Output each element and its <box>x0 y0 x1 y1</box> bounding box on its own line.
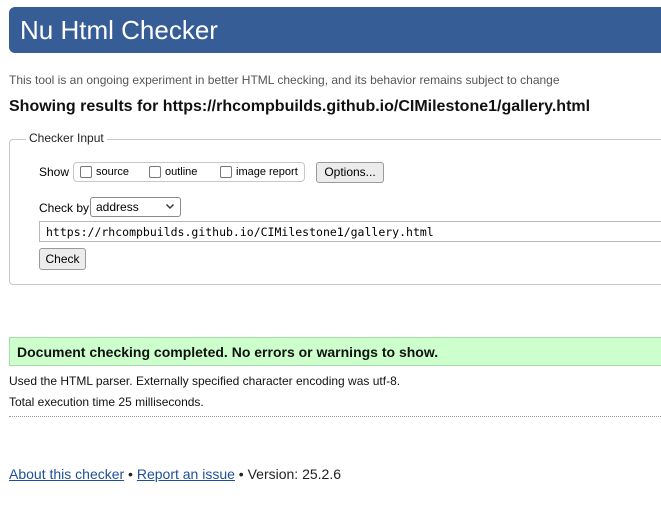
check-button[interactable]: Check <box>39 248 86 270</box>
check-by-select[interactable]: address <box>90 197 181 217</box>
success-message: Document checking completed. No errors o… <box>17 344 439 360</box>
divider <box>9 416 661 417</box>
chevron-down-icon <box>166 204 174 209</box>
report-issue-link[interactable]: Report an issue <box>137 466 235 482</box>
success-message-bar: Document checking completed. No errors o… <box>9 337 661 366</box>
image-report-checkbox-label[interactable]: image report <box>236 166 298 178</box>
parser-info: Used the HTML parser. Externally specifi… <box>9 374 401 388</box>
checker-input-legend: Checker Input <box>26 131 107 145</box>
outline-checkbox-label[interactable]: outline <box>165 166 197 178</box>
url-input[interactable]: https://rhcompbuilds.github.io/CIMilesto… <box>39 221 661 242</box>
subtitle: This tool is an ongoing experiment in be… <box>9 73 560 87</box>
show-options-group: source outline image report <box>73 162 305 182</box>
footer-separator: • <box>124 466 137 482</box>
source-checkbox-label[interactable]: source <box>96 166 129 178</box>
check-by-label: Check by <box>39 201 90 215</box>
image-report-checkbox[interactable] <box>220 166 232 178</box>
version-text: Version: 25.2.6 <box>247 466 342 482</box>
footer-separator: • <box>234 466 248 482</box>
results-heading-url: https://rhcompbuilds.github.io/CIMilesto… <box>162 98 591 115</box>
header-bar: Nu Html Checker <box>9 7 661 53</box>
footer: About this checker • Report an issue • V… <box>9 466 341 482</box>
page-title: Nu Html Checker <box>20 15 218 45</box>
execution-time: Total execution time 25 milliseconds. <box>9 395 204 409</box>
check-by-select-value: address <box>96 200 139 214</box>
options-button[interactable]: Options... <box>316 162 384 183</box>
results-heading-prefix: Showing results for <box>9 98 163 115</box>
about-checker-link[interactable]: About this checker <box>9 466 124 482</box>
url-input-value: https://rhcompbuilds.github.io/CIMilesto… <box>46 225 434 239</box>
source-checkbox[interactable] <box>80 166 92 178</box>
outline-checkbox[interactable] <box>149 166 161 178</box>
show-label: Show <box>39 165 70 179</box>
results-heading: Showing results for https://rhcompbuilds… <box>9 98 590 116</box>
